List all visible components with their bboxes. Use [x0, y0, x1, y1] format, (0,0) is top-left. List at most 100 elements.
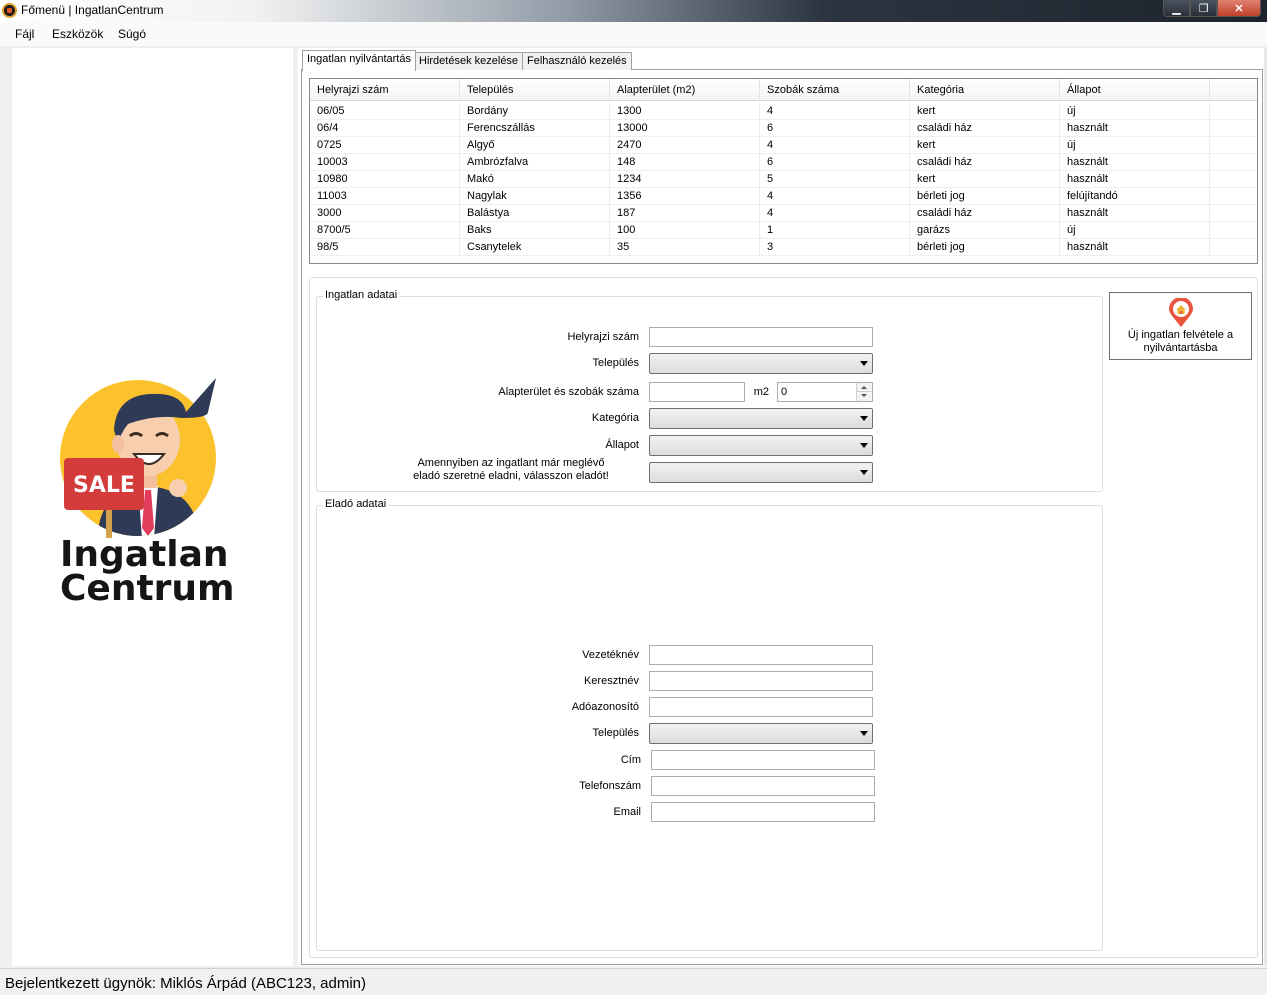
column-header-condition[interactable]: Állapot — [1060, 79, 1210, 101]
add-property-button[interactable]: Új ingatlan felvétele a nyilvántartásba — [1109, 292, 1252, 360]
cell-area[interactable]: 1356 — [610, 188, 760, 205]
cell-area[interactable]: 187 — [610, 205, 760, 222]
rooms-stepper[interactable]: 0 — [777, 382, 873, 402]
cell-rooms[interactable]: 4 — [760, 103, 910, 120]
cell-settlement[interactable]: Algyő — [460, 137, 610, 154]
firstname-input[interactable] — [649, 671, 873, 691]
cell-category[interactable]: kert — [910, 103, 1060, 120]
rooms-value: 0 — [781, 386, 788, 398]
cell-rooms[interactable]: 6 — [760, 120, 910, 137]
cell-area[interactable]: 1234 — [610, 171, 760, 188]
table-row[interactable]: 06/05 Bordány 1300 4 kert új — [310, 103, 1257, 120]
cell-parcel[interactable]: 06/4 — [310, 120, 460, 137]
column-header-settlement[interactable]: Település — [460, 79, 610, 101]
cell-parcel[interactable]: 06/05 — [310, 103, 460, 120]
tax-id-input[interactable] — [649, 697, 873, 717]
cell-condition[interactable]: használt — [1060, 171, 1210, 188]
minimize-button[interactable]: ▁ — [1163, 0, 1190, 17]
column-header-rooms[interactable]: Szobák száma — [760, 79, 910, 101]
lastname-input[interactable] — [649, 645, 873, 665]
cell-parcel[interactable]: 8700/5 — [310, 222, 460, 239]
cell-category[interactable]: bérleti jog — [910, 239, 1060, 256]
cell-rooms[interactable]: 3 — [760, 239, 910, 256]
cell-settlement[interactable]: Makó — [460, 171, 610, 188]
table-row[interactable]: 0725 Algyő 2470 4 kert új — [310, 137, 1257, 154]
cell-condition[interactable]: új — [1060, 137, 1210, 154]
table-row[interactable]: 11003 Nagylak 1356 4 bérleti jog felújítandó — [310, 188, 1257, 205]
cell-area[interactable]: 2470 — [610, 137, 760, 154]
phone-input[interactable] — [651, 776, 875, 796]
tab-user-management[interactable]: Felhasználó kezelés — [522, 52, 632, 70]
cell-parcel[interactable]: 10003 — [310, 154, 460, 171]
table-row[interactable]: 06/4 Ferencszállás 13000 6 családi ház haszná… — [310, 120, 1257, 137]
cell-condition[interactable]: új — [1060, 222, 1210, 239]
cell-condition[interactable]: használt — [1060, 154, 1210, 171]
parcel-number-input[interactable] — [649, 327, 873, 347]
cell-area[interactable]: 100 — [610, 222, 760, 239]
cell-condition[interactable]: felújítandó — [1060, 188, 1210, 205]
area-input[interactable] — [649, 382, 745, 402]
cell-category[interactable]: garázs — [910, 222, 1060, 239]
existing-seller-select[interactable] — [649, 462, 873, 483]
cell-settlement[interactable]: Ferencszállás — [460, 120, 610, 137]
cell-settlement[interactable]: Nagylak — [460, 188, 610, 205]
property-table[interactable]: Helyrajzi szám Település Alapterület (m2… — [309, 78, 1258, 264]
cell-rooms[interactable]: 4 — [760, 188, 910, 205]
cell-settlement[interactable]: Bordány — [460, 103, 610, 120]
cell-parcel[interactable]: 0725 — [310, 137, 460, 154]
cell-rooms[interactable]: 5 — [760, 171, 910, 188]
cell-parcel[interactable]: 3000 — [310, 205, 460, 222]
column-header-parcel[interactable]: Helyrajzi szám — [310, 79, 460, 101]
cell-rooms[interactable]: 1 — [760, 222, 910, 239]
email-input[interactable] — [651, 802, 875, 822]
cell-area[interactable]: 35 — [610, 239, 760, 256]
cell-category[interactable]: kert — [910, 137, 1060, 154]
table-row[interactable]: 8700/5 Baks 100 1 garázs új — [310, 222, 1257, 239]
cell-category[interactable]: családi ház — [910, 205, 1060, 222]
cell-area[interactable]: 13000 — [610, 120, 760, 137]
tab-ads-management[interactable]: Hirdetések kezelése — [414, 52, 524, 70]
settlement-select[interactable] — [649, 353, 873, 374]
cell-parcel[interactable]: 11003 — [310, 188, 460, 205]
cell-settlement[interactable]: Csanytelek — [460, 239, 610, 256]
cell-settlement[interactable]: Ambrózfalva — [460, 154, 610, 171]
agent-logo-image: SALE — [60, 378, 216, 538]
cell-condition[interactable]: használt — [1060, 120, 1210, 137]
cell-category[interactable]: családi ház — [910, 154, 1060, 171]
category-select[interactable] — [649, 408, 873, 429]
cell-settlement[interactable]: Balástya — [460, 205, 610, 222]
cell-parcel[interactable]: 10980 — [310, 171, 460, 188]
cell-settlement[interactable]: Baks — [460, 222, 610, 239]
cell-area[interactable]: 148 — [610, 154, 760, 171]
cell-rooms[interactable]: 6 — [760, 154, 910, 171]
column-header-area[interactable]: Alapterület (m2) — [610, 79, 760, 101]
cell-rooms[interactable]: 4 — [760, 205, 910, 222]
table-row[interactable]: 10003 Ambrózfalva 148 6 családi ház használt — [310, 154, 1257, 171]
cell-condition[interactable]: használt — [1060, 239, 1210, 256]
maximize-button[interactable]: ❐ — [1190, 0, 1217, 17]
cell-parcel[interactable]: 98/5 — [310, 239, 460, 256]
cell-category[interactable]: családi ház — [910, 120, 1060, 137]
stepper-up-icon[interactable] — [857, 383, 872, 392]
column-header-category[interactable]: Kategória — [910, 79, 1060, 101]
cell-condition[interactable]: új — [1060, 103, 1210, 120]
cell-rooms[interactable]: 4 — [760, 137, 910, 154]
tab-property-registry[interactable]: Ingatlan nyilvántartás — [302, 50, 416, 71]
cell-area[interactable]: 1300 — [610, 103, 760, 120]
seller-settlement-select[interactable] — [649, 723, 873, 744]
cell-category[interactable]: kert — [910, 171, 1060, 188]
address-input[interactable] — [651, 750, 875, 770]
menu-help[interactable]: Súgó — [118, 27, 146, 41]
table-row[interactable]: 3000 Balástya 187 4 családi ház használt — [310, 205, 1257, 222]
cell-category[interactable]: bérleti jog — [910, 188, 1060, 205]
close-button[interactable]: ✕ — [1217, 0, 1261, 17]
rooms-stepper-buttons — [856, 383, 872, 401]
stepper-down-icon[interactable] — [857, 392, 872, 401]
logo-line-2: Centrum — [60, 568, 235, 609]
cell-condition[interactable]: használt — [1060, 205, 1210, 222]
table-row[interactable]: 10980 Makó 1234 5 kert használt — [310, 171, 1257, 188]
table-row[interactable]: 98/5 Csanytelek 35 3 bérleti jog használt — [310, 239, 1257, 256]
menu-tools[interactable]: Eszközök — [52, 27, 103, 41]
menu-file[interactable]: Fájl — [15, 27, 34, 41]
condition-select[interactable] — [649, 435, 873, 456]
